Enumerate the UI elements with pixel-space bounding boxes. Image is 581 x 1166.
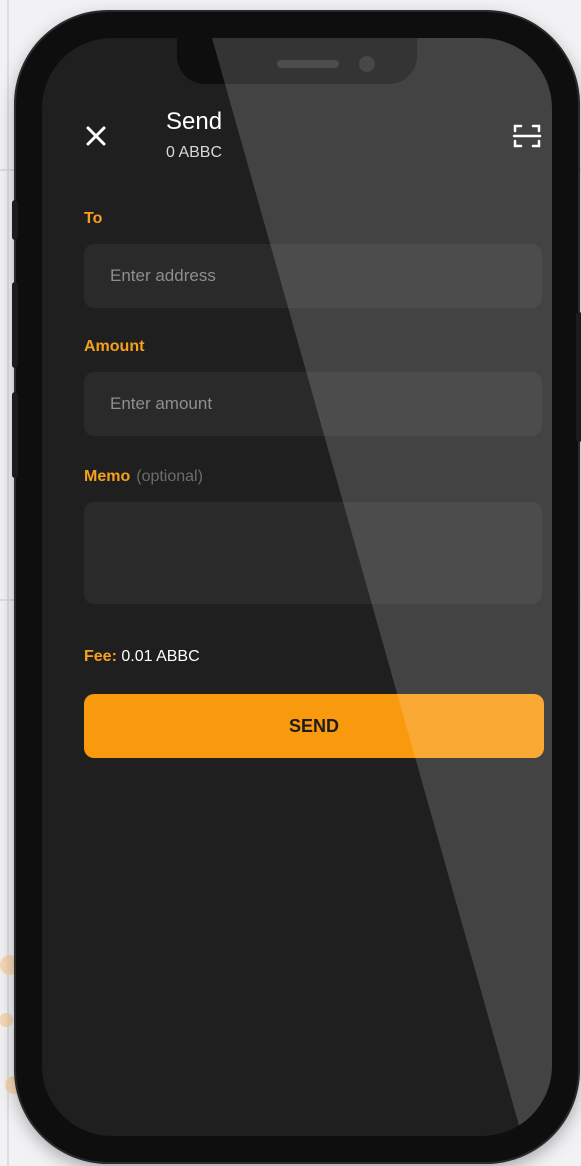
to-label: To xyxy=(84,210,103,227)
qr-scan-icon xyxy=(512,124,542,148)
address-input[interactable] xyxy=(84,244,542,308)
amount-label: Amount xyxy=(84,338,145,355)
phone-screen: Send 0 ABBC To Amount Memo (optional) Fee… xyxy=(42,38,552,1136)
page-title: Send xyxy=(166,108,223,135)
notch xyxy=(177,38,417,84)
front-camera xyxy=(359,56,375,72)
side-button-silent xyxy=(12,200,18,240)
fee-label: Fee: xyxy=(84,648,117,665)
side-button-volume-up xyxy=(12,282,18,368)
memo-label-text: Memo xyxy=(84,468,131,485)
scan-button[interactable] xyxy=(512,122,542,150)
side-button-power xyxy=(576,312,581,442)
close-icon xyxy=(86,126,106,146)
phone-frame: Send 0 ABBC To Amount Memo (optional) Fee… xyxy=(12,12,581,1162)
memo-optional-hint: (optional) xyxy=(136,468,203,485)
memo-label: Memo (optional) xyxy=(84,468,203,486)
memo-input[interactable] xyxy=(84,502,542,604)
close-button[interactable] xyxy=(82,122,110,150)
fee-value: 0.01 ABBC xyxy=(121,648,200,665)
fee-row: Fee: 0.01 ABBC xyxy=(84,648,200,666)
amount-input[interactable] xyxy=(84,372,542,436)
speaker-grille xyxy=(277,60,339,68)
send-button[interactable]: SEND xyxy=(84,694,544,758)
balance-text: 0 ABBC xyxy=(166,144,223,161)
side-button-volume-down xyxy=(12,392,18,478)
